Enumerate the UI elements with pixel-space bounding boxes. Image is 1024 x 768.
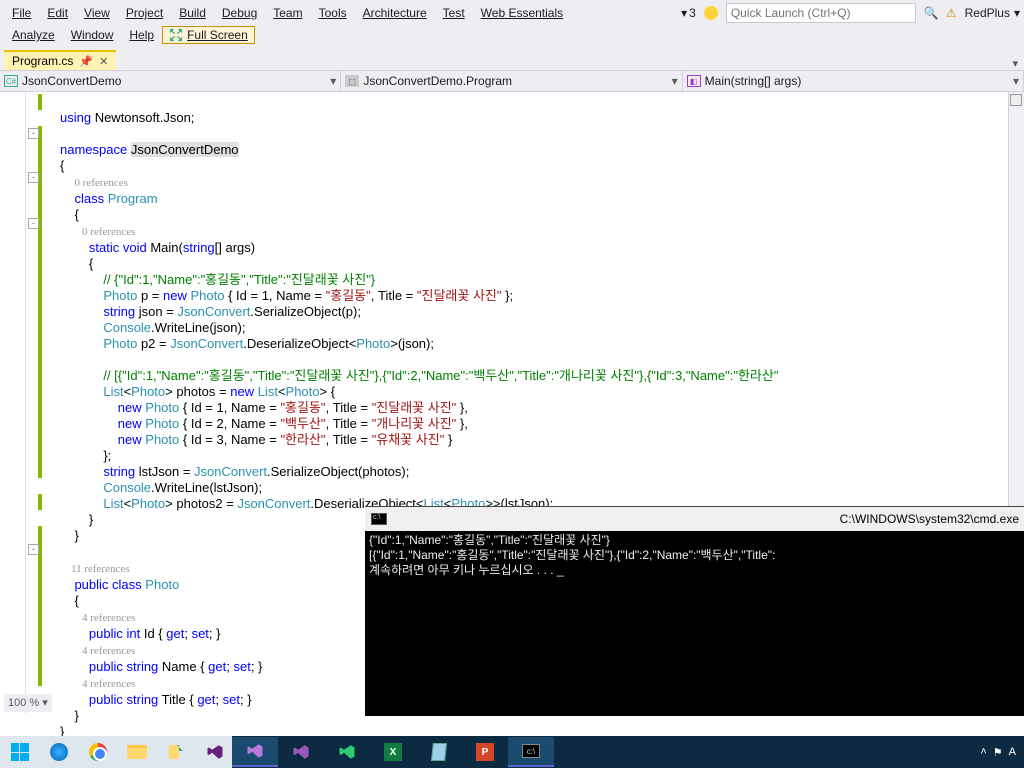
fold-toggle[interactable]: - bbox=[28, 218, 39, 229]
menu-edit[interactable]: Edit bbox=[39, 4, 76, 22]
taskbar-explorer-icon[interactable] bbox=[119, 737, 154, 767]
csharp-badge-icon: C# bbox=[4, 75, 18, 87]
menu-file[interactable]: File bbox=[4, 4, 39, 22]
fullscreen-icon bbox=[169, 28, 183, 42]
menu-bar: File Edit View Project Build Debug Team … bbox=[0, 0, 1024, 48]
search-icon[interactable]: 🔍 bbox=[924, 6, 938, 20]
menu-debug[interactable]: Debug bbox=[214, 4, 265, 22]
user-menu[interactable]: RedPlus ▾ bbox=[965, 6, 1020, 20]
console-titlebar[interactable]: C:\WINDOWS\system32\cmd.exe bbox=[365, 507, 1024, 531]
menu-team[interactable]: Team bbox=[265, 4, 310, 22]
menu-tools[interactable]: Tools bbox=[311, 4, 355, 22]
menu-view[interactable]: View bbox=[76, 4, 118, 22]
warning-icon[interactable]: ⚠ bbox=[946, 6, 957, 20]
pin-icon[interactable]: 📌 bbox=[79, 55, 93, 68]
document-tab-strip: Program.cs 📌 ✕ ▾ bbox=[0, 48, 1024, 70]
split-editor-icon[interactable] bbox=[1010, 94, 1022, 106]
class-badge-icon: ⬚ bbox=[345, 75, 359, 87]
taskbar-app-cmd[interactable]: c:\ bbox=[508, 737, 554, 767]
feedback-smiley-icon[interactable] bbox=[704, 6, 718, 20]
taskbar-app-notepad[interactable] bbox=[416, 737, 462, 767]
taskbar-ie-icon[interactable] bbox=[41, 737, 76, 767]
taskbar-app-powerpoint[interactable]: P bbox=[462, 737, 508, 767]
menu-test[interactable]: Test bbox=[435, 4, 473, 22]
fold-toggle[interactable]: - bbox=[28, 128, 39, 139]
fold-toggle[interactable]: - bbox=[28, 172, 39, 183]
fullscreen-button[interactable]: Full Screen bbox=[162, 26, 255, 44]
menu-webessentials[interactable]: Web Essentials bbox=[473, 4, 571, 22]
notification-flag-icon[interactable]: ▾3 bbox=[681, 6, 696, 20]
tab-label: Program.cs bbox=[12, 54, 73, 68]
cmd-icon bbox=[371, 513, 387, 525]
close-icon[interactable]: ✕ bbox=[99, 55, 108, 68]
taskbar-vs-icon[interactable] bbox=[197, 737, 232, 767]
menu-window[interactable]: Window bbox=[63, 26, 122, 44]
taskbar-app-vscode[interactable] bbox=[324, 737, 370, 767]
taskbar-tool-icon[interactable] bbox=[158, 737, 193, 767]
menu-analyze[interactable]: Analyze bbox=[4, 26, 63, 44]
console-output: {"Id":1,"Name":"홍길동","Title":"진달래꽃 사진"} … bbox=[365, 531, 1024, 580]
tab-program-cs[interactable]: Program.cs 📌 ✕ bbox=[4, 50, 116, 70]
editor-gutter bbox=[0, 92, 26, 714]
fold-toggle[interactable]: - bbox=[28, 544, 39, 555]
fullscreen-label: Full Screen bbox=[187, 28, 248, 42]
taskbar-app-vs2[interactable] bbox=[278, 737, 324, 767]
nav-class-dropdown[interactable]: ⬚JsonConvertDemo.Program▾ bbox=[341, 71, 682, 91]
method-badge-icon: ◧ bbox=[687, 75, 701, 87]
taskbar-app-excel[interactable]: X bbox=[370, 737, 416, 767]
start-button[interactable] bbox=[2, 737, 37, 767]
menu-architecture[interactable]: Architecture bbox=[355, 4, 435, 22]
menu-project[interactable]: Project bbox=[118, 4, 171, 22]
nav-method-dropdown[interactable]: ◧Main(string[] args)▾ bbox=[683, 71, 1024, 91]
navigation-bar: C#JsonConvertDemo▾ ⬚JsonConvertDemo.Prog… bbox=[0, 70, 1024, 92]
menu-help[interactable]: Help bbox=[121, 26, 162, 44]
system-tray[interactable]: ˄ ⚑ A bbox=[980, 746, 1024, 759]
taskbar: X P c:\ ˄ ⚑ A bbox=[0, 736, 1024, 768]
menu-build[interactable]: Build bbox=[171, 4, 214, 22]
taskbar-chrome-icon[interactable] bbox=[80, 737, 115, 767]
tray-lang[interactable]: A bbox=[1009, 746, 1016, 758]
tray-chevron-icon[interactable]: ˄ bbox=[980, 746, 986, 758]
zoom-level[interactable]: 100 % ▾ bbox=[4, 694, 52, 712]
console-window[interactable]: C:\WINDOWS\system32\cmd.exe {"Id":1,"Nam… bbox=[365, 506, 1024, 716]
taskbar-app-vs[interactable] bbox=[232, 737, 278, 767]
tray-flag-icon[interactable]: ⚑ bbox=[993, 746, 1003, 759]
console-title-text: C:\WINDOWS\system32\cmd.exe bbox=[840, 512, 1019, 526]
nav-project-dropdown[interactable]: C#JsonConvertDemo▾ bbox=[0, 71, 341, 91]
quick-launch-input[interactable] bbox=[726, 3, 916, 23]
tab-overflow-icon[interactable]: ▾ bbox=[1006, 57, 1024, 70]
